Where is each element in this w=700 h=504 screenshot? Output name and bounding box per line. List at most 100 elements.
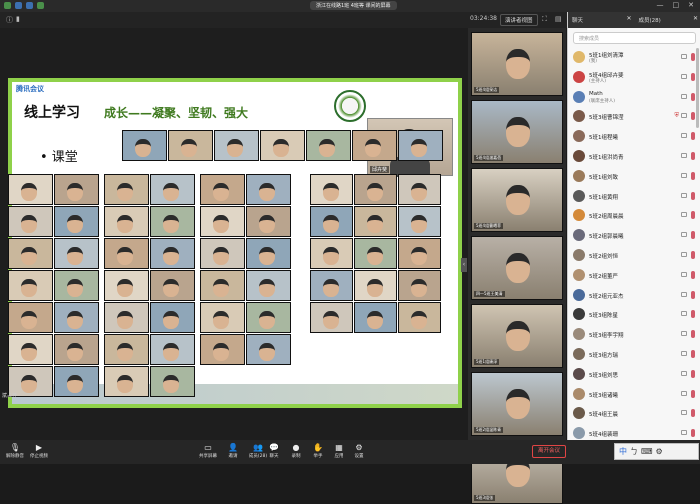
microphone-icon[interactable]	[691, 310, 695, 318]
maximize-button[interactable]: □	[673, 1, 680, 9]
camera-icon[interactable]	[681, 153, 687, 158]
member-row[interactable]: 5班3组陈星	[568, 305, 700, 325]
close-icon[interactable]: ✕	[626, 15, 631, 22]
gallery-video-tile[interactable]	[54, 270, 99, 301]
gallery-video-tile[interactable]	[54, 334, 99, 365]
gallery-video-tile[interactable]	[8, 302, 53, 333]
gallery-video-tile[interactable]	[354, 206, 397, 237]
signal-icon[interactable]: ▮	[16, 15, 20, 23]
member-row[interactable]: 5班4组王晨	[568, 404, 700, 424]
ime-zhuyin[interactable]: ㄅ	[630, 446, 638, 457]
microphone-icon[interactable]	[691, 112, 695, 120]
gallery-video-tile[interactable]	[246, 334, 291, 365]
tab-chat[interactable]: 聊天✕	[568, 12, 635, 28]
gallery-video-tile[interactable]	[310, 174, 353, 205]
member-row[interactable]: 5班3组方瑞	[568, 345, 700, 365]
tab-members[interactable]: 成员(28)✕	[635, 12, 700, 28]
gallery-video-tile[interactable]	[8, 206, 53, 237]
fullscreen-icon[interactable]: ⛶	[542, 15, 547, 24]
input-method-bar[interactable]: 中 ㄅ ⌨ ⚙	[614, 443, 699, 460]
gallery-video-tile[interactable]	[200, 270, 245, 301]
microphone-icon[interactable]	[691, 73, 695, 81]
gallery-video-tile[interactable]	[246, 206, 291, 237]
member-row[interactable]: 5班2组元亚杰	[568, 286, 700, 306]
gallery-video-tile[interactable]	[200, 174, 245, 205]
microphone-icon[interactable]	[691, 271, 695, 279]
participant-video[interactable]: 5班1组康淳	[471, 304, 563, 368]
gallery-video-tile[interactable]	[104, 334, 149, 365]
gallery-video-tile[interactable]	[246, 238, 291, 269]
camera-icon[interactable]	[681, 272, 687, 277]
camera-icon[interactable]	[681, 173, 687, 178]
gallery-video-tile[interactable]	[104, 174, 149, 205]
gallery-video-tile[interactable]	[398, 174, 441, 205]
camera-icon[interactable]	[681, 212, 687, 217]
gallery-video-tile[interactable]	[54, 206, 99, 237]
microphone-icon[interactable]	[691, 93, 695, 101]
gallery-video-tile[interactable]	[398, 238, 441, 269]
camera-icon[interactable]	[681, 252, 687, 257]
member-row[interactable]: 5班4组邱卉斐(主持人)	[568, 68, 700, 88]
camera-icon[interactable]	[681, 133, 687, 138]
gallery-video-tile[interactable]	[8, 334, 53, 365]
member-row[interactable]: 5班1组洪尚青	[568, 147, 700, 167]
microphone-icon[interactable]	[691, 330, 695, 338]
gallery-video-tile[interactable]	[214, 130, 259, 161]
gallery-video-tile[interactable]	[310, 270, 353, 301]
gallery-video-tile[interactable]	[8, 270, 53, 301]
gallery-video-tile[interactable]	[104, 366, 149, 397]
gallery-video-tile[interactable]	[398, 270, 441, 301]
gallery-video-tile[interactable]	[54, 366, 99, 397]
camera-icon[interactable]	[681, 311, 687, 316]
gallery-video-tile[interactable]	[8, 238, 53, 269]
gallery-video-tile[interactable]	[54, 302, 99, 333]
gallery-video-tile[interactable]	[354, 270, 397, 301]
gallery-video-tile[interactable]	[352, 130, 397, 161]
ime-settings-icon[interactable]: ⚙	[656, 447, 663, 456]
gallery-video-tile[interactable]	[200, 238, 245, 269]
layout-icon[interactable]: ▤	[555, 15, 562, 23]
gallery-video-tile[interactable]	[398, 130, 443, 161]
gallery-video-tile[interactable]	[246, 174, 291, 205]
microphone-icon[interactable]	[691, 172, 695, 180]
microphone-icon[interactable]	[691, 53, 695, 61]
member-row[interactable]: Math(联席主持人)	[568, 88, 700, 108]
microphone-icon[interactable]	[691, 132, 695, 140]
gallery-video-tile[interactable]	[54, 174, 99, 205]
microphone-icon[interactable]	[691, 251, 695, 259]
gallery-video-tile[interactable]	[104, 270, 149, 301]
camera-icon[interactable]	[681, 430, 687, 435]
gallery-video-tile[interactable]	[398, 302, 441, 333]
gallery-video-tile[interactable]	[54, 238, 99, 269]
minimize-button[interactable]: —	[657, 1, 664, 9]
member-row[interactable]: 5班2组郭晨曦	[568, 226, 700, 246]
camera-icon[interactable]	[681, 74, 687, 79]
member-row[interactable]: 5班1组刘清潭(我)	[568, 48, 700, 68]
gallery-video-tile[interactable]	[150, 174, 195, 205]
gallery-video-tile[interactable]	[150, 302, 195, 333]
gallery-video-tile[interactable]	[246, 270, 291, 301]
gallery-video-tile[interactable]	[398, 206, 441, 237]
member-row[interactable]: 5班3组诸曦	[568, 385, 700, 405]
close-button[interactable]: ✕	[688, 1, 694, 9]
gallery-video-tile[interactable]	[122, 130, 167, 161]
member-row[interactable]: 5班1组刘致	[568, 167, 700, 187]
gallery-video-tile[interactable]	[150, 206, 195, 237]
member-list-scrollbar[interactable]	[696, 48, 699, 128]
video-button[interactable]: ▶停止视频	[24, 442, 54, 459]
microphone-icon[interactable]	[691, 370, 695, 378]
gallery-video-tile[interactable]	[200, 334, 245, 365]
gallery-video-tile[interactable]	[104, 302, 149, 333]
gallery-video-tile[interactable]	[310, 206, 353, 237]
gallery-video-tile[interactable]	[104, 206, 149, 237]
camera-icon[interactable]	[681, 351, 687, 356]
speaker-view-button[interactable]: 演讲者视图	[500, 14, 538, 26]
camera-icon[interactable]	[681, 331, 687, 336]
microphone-icon[interactable]	[691, 211, 695, 219]
gallery-video-tile[interactable]	[200, 206, 245, 237]
microphone-icon[interactable]	[691, 231, 695, 239]
microphone-icon[interactable]	[691, 192, 695, 200]
member-row[interactable]: 5班3组李宇翔	[568, 325, 700, 345]
gallery-video-tile[interactable]	[246, 302, 291, 333]
member-row[interactable]: 5班2组周晨晨	[568, 206, 700, 226]
